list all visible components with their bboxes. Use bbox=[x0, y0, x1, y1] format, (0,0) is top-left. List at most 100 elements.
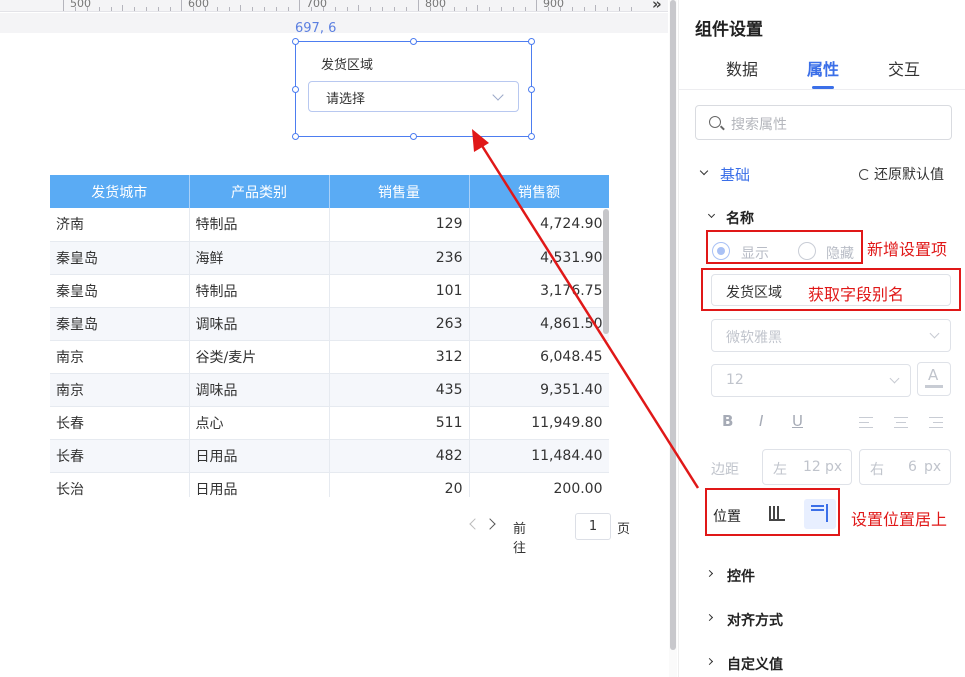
section-align-title[interactable]: 对齐方式 bbox=[727, 610, 783, 630]
margin-right-value: 6 bbox=[908, 459, 917, 475]
chevron-right-icon[interactable] bbox=[705, 657, 714, 666]
annotation-alias: 获取字段别名 bbox=[808, 285, 905, 304]
chevron-down-icon[interactable] bbox=[707, 210, 716, 219]
double-chevron-right-icon[interactable]: » bbox=[652, 0, 662, 11]
filter-widget-selected[interactable]: 发货区域 请选择 bbox=[292, 38, 535, 140]
region-select[interactable]: 请选择 bbox=[308, 81, 519, 112]
cell-city: 济南 bbox=[50, 208, 190, 242]
horizontal-ruler: 500 600 700 800 900 » bbox=[0, 0, 668, 12]
resize-handle[interactable] bbox=[410, 38, 417, 45]
cell-category: 谷类/麦片 bbox=[189, 340, 330, 374]
ruler-tick bbox=[536, 0, 537, 11]
restore-label: 还原默认值 bbox=[874, 167, 944, 183]
cell-category: 特制品 bbox=[189, 274, 330, 308]
resize-handle[interactable] bbox=[292, 86, 299, 93]
cell-quantity: 312 bbox=[329, 340, 470, 374]
section-basic-title[interactable]: 基础 bbox=[720, 164, 750, 185]
canvas-scrollbar-thumb[interactable] bbox=[670, 0, 676, 650]
search-placeholder: 搜索属性 bbox=[731, 117, 787, 133]
designer-window: 500 600 700 800 900 » 697, 6 发货区域 请选择 发货… bbox=[0, 0, 965, 677]
table-row[interactable]: 济南 特制品 129 4,724.90 bbox=[50, 208, 609, 242]
section-control-title[interactable]: 控件 bbox=[727, 566, 755, 586]
tab-data[interactable]: 数据 bbox=[726, 56, 758, 80]
resize-handle[interactable] bbox=[292, 133, 299, 140]
cell-city: 长春 bbox=[50, 406, 190, 440]
tab-properties[interactable]: 属性 bbox=[807, 56, 839, 80]
table-row[interactable]: 秦皇岛 调味品 263 4,861.50 bbox=[50, 307, 609, 341]
chevron-left-icon[interactable] bbox=[469, 518, 481, 530]
table-row[interactable]: 长春 点心 511 11,949.80 bbox=[50, 406, 609, 440]
name-section-title[interactable]: 名称 bbox=[726, 208, 754, 228]
cell-amount: 3,176.75 bbox=[469, 274, 609, 308]
chevron-right-icon[interactable] bbox=[705, 613, 714, 622]
bold-icon[interactable]: B bbox=[722, 412, 733, 430]
chevron-down-icon[interactable] bbox=[699, 166, 709, 176]
cell-city: 秦皇岛 bbox=[50, 274, 190, 308]
chevron-right-icon[interactable] bbox=[705, 569, 714, 578]
cell-category: 日用品 bbox=[189, 439, 330, 473]
table-row[interactable]: 南京 调味品 435 9,351.40 bbox=[50, 373, 609, 407]
cell-category: 调味品 bbox=[189, 307, 330, 341]
component-settings-panel: 组件设置 数据 属性 交互 搜索属性 基础 还原默认值 名称 显示 隐藏 发货区… bbox=[678, 0, 965, 677]
align-center-icon[interactable] bbox=[894, 417, 910, 429]
ruler-tick bbox=[63, 0, 64, 11]
canvas-scrollbar[interactable] bbox=[669, 0, 677, 677]
margin-right-input[interactable]: 右 6 px bbox=[859, 449, 951, 485]
page-suffix: 页 bbox=[617, 522, 631, 537]
position-readout: 697, 6 bbox=[295, 21, 337, 36]
resize-handle[interactable] bbox=[292, 38, 299, 45]
table-row[interactable]: 长治 日用品 20 200.00 bbox=[50, 472, 609, 497]
cell-category: 日用品 bbox=[189, 472, 330, 497]
cell-amount: 4,531.90 bbox=[469, 241, 609, 275]
chevron-right-icon[interactable] bbox=[484, 518, 496, 530]
panel-title: 组件设置 bbox=[695, 20, 763, 40]
align-right-icon[interactable] bbox=[929, 417, 945, 429]
tab-interaction[interactable]: 交互 bbox=[888, 56, 920, 80]
font-family-select[interactable]: 微软雅黑 bbox=[711, 319, 951, 352]
cell-category: 点心 bbox=[189, 406, 330, 440]
resize-handle[interactable] bbox=[410, 133, 417, 140]
margin-right-label: 右 bbox=[870, 462, 884, 478]
resize-handle[interactable] bbox=[528, 133, 535, 140]
table-row[interactable]: 秦皇岛 海鲜 236 4,531.90 bbox=[50, 241, 609, 275]
resize-handle[interactable] bbox=[528, 86, 535, 93]
col-header-quantity[interactable]: 销售量 bbox=[329, 175, 470, 208]
ruler-tick bbox=[181, 0, 182, 11]
restore-defaults-button[interactable]: 还原默认值 bbox=[859, 164, 944, 184]
italic-icon[interactable]: I bbox=[759, 412, 763, 430]
cell-quantity: 482 bbox=[329, 439, 470, 473]
annotation-position: 设置位置居上 bbox=[851, 510, 948, 529]
annotation-box-new-setting bbox=[706, 230, 863, 264]
col-header-category[interactable]: 产品类别 bbox=[189, 175, 330, 208]
margin-left-input[interactable]: 左 12 px bbox=[762, 449, 852, 485]
cell-category: 特制品 bbox=[189, 208, 330, 242]
cell-city: 南京 bbox=[50, 373, 190, 407]
page-number-input[interactable]: 1 bbox=[575, 513, 611, 540]
annotation-box-position bbox=[705, 488, 840, 536]
cell-category: 调味品 bbox=[189, 373, 330, 407]
align-left-icon[interactable] bbox=[859, 417, 875, 429]
cell-city: 秦皇岛 bbox=[50, 307, 190, 341]
underline-icon[interactable]: U bbox=[792, 412, 803, 430]
cell-amount: 9,351.40 bbox=[469, 373, 609, 407]
table-row[interactable]: 秦皇岛 特制品 101 3,176.75 bbox=[50, 274, 609, 308]
col-header-city[interactable]: 发货城市 bbox=[50, 175, 190, 208]
chevron-down-icon bbox=[929, 328, 940, 339]
section-custom-title[interactable]: 自定义值 bbox=[727, 654, 783, 674]
cell-amount: 4,724.90 bbox=[469, 208, 609, 242]
margin-label: 边距 bbox=[711, 462, 739, 478]
margin-unit: px bbox=[825, 459, 843, 475]
font-color-button[interactable]: A bbox=[917, 362, 951, 396]
sales-table: 发货城市 产品类别 销售量 销售额 济南 特制品 129 4,724.90 秦皇岛 海鲜 2… bbox=[50, 175, 609, 497]
col-header-amount[interactable]: 销售额 bbox=[469, 175, 609, 208]
table-row[interactable]: 南京 谷类/麦片 312 6,048.45 bbox=[50, 340, 609, 374]
table-row[interactable]: 长春 日用品 482 11,484.40 bbox=[50, 439, 609, 473]
resize-handle[interactable] bbox=[528, 38, 535, 45]
property-search[interactable]: 搜索属性 bbox=[695, 105, 952, 140]
font-size-select[interactable]: 12 bbox=[711, 364, 911, 397]
font-family-value: 微软雅黑 bbox=[726, 330, 782, 346]
table-scrollbar-thumb[interactable] bbox=[603, 209, 609, 334]
margin-left-value: 12 bbox=[803, 459, 821, 475]
cell-category: 海鲜 bbox=[189, 241, 330, 275]
cell-amount: 11,484.40 bbox=[469, 439, 609, 473]
